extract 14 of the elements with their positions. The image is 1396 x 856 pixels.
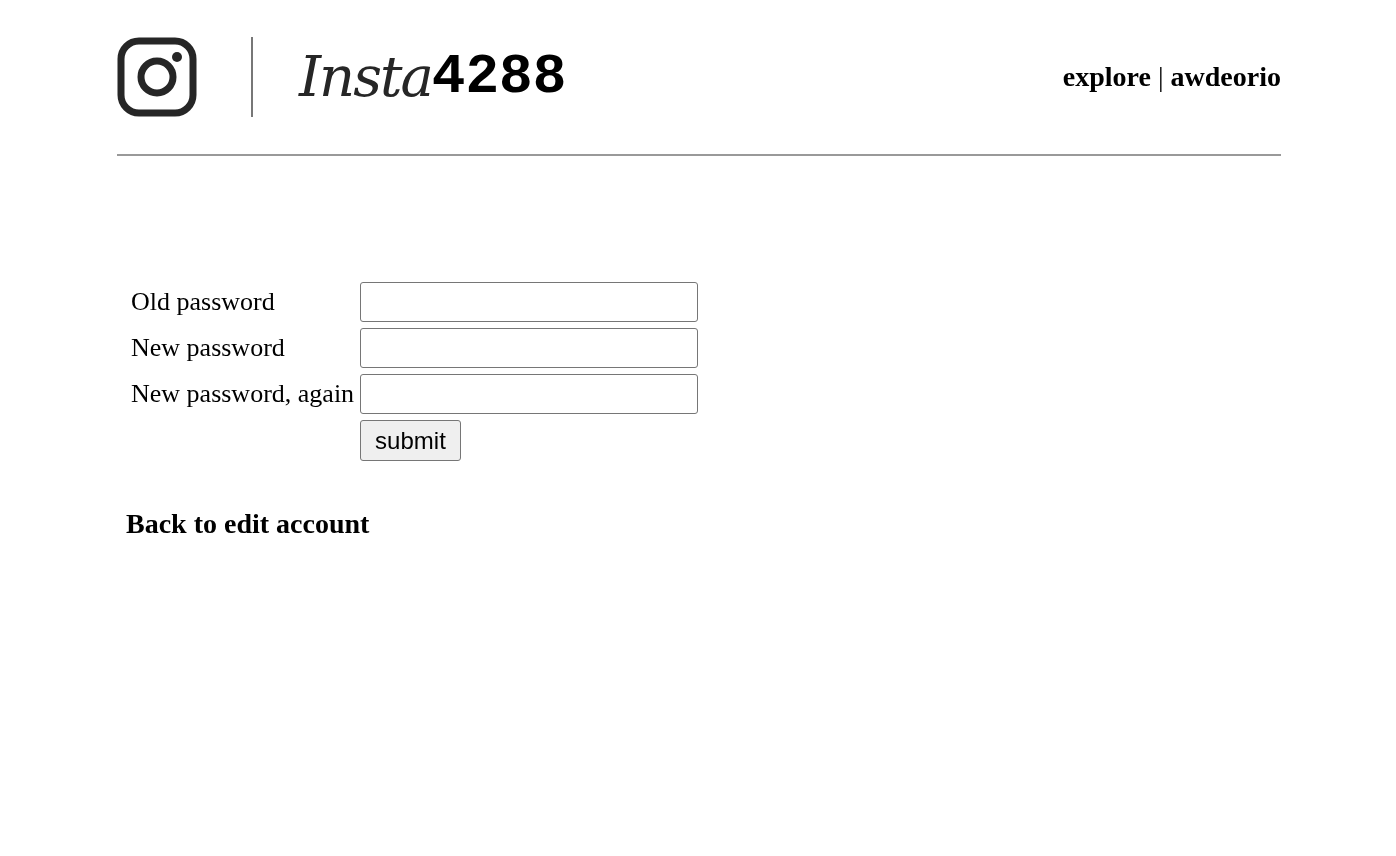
- password-field[interactable]: [360, 374, 699, 414]
- logo-number[interactable]: 4288: [431, 49, 567, 105]
- back-link[interactable]: Back to edit account: [126, 508, 370, 540]
- nav-separator: |: [1157, 61, 1164, 93]
- field-label: New password: [131, 333, 285, 362]
- nav-link[interactable]: explore: [1062, 61, 1151, 93]
- logo-script[interactable]: Insta: [299, 49, 432, 105]
- camera-icon[interactable]: [117, 37, 197, 117]
- nav-link[interactable]: awdeorio: [1170, 61, 1281, 93]
- field-label: New password, again: [131, 379, 355, 408]
- field-label: Old password: [131, 287, 275, 316]
- submit-button[interactable]: submit: [360, 420, 461, 461]
- password-field[interactable]: [360, 328, 699, 368]
- password-field[interactable]: [360, 282, 699, 322]
